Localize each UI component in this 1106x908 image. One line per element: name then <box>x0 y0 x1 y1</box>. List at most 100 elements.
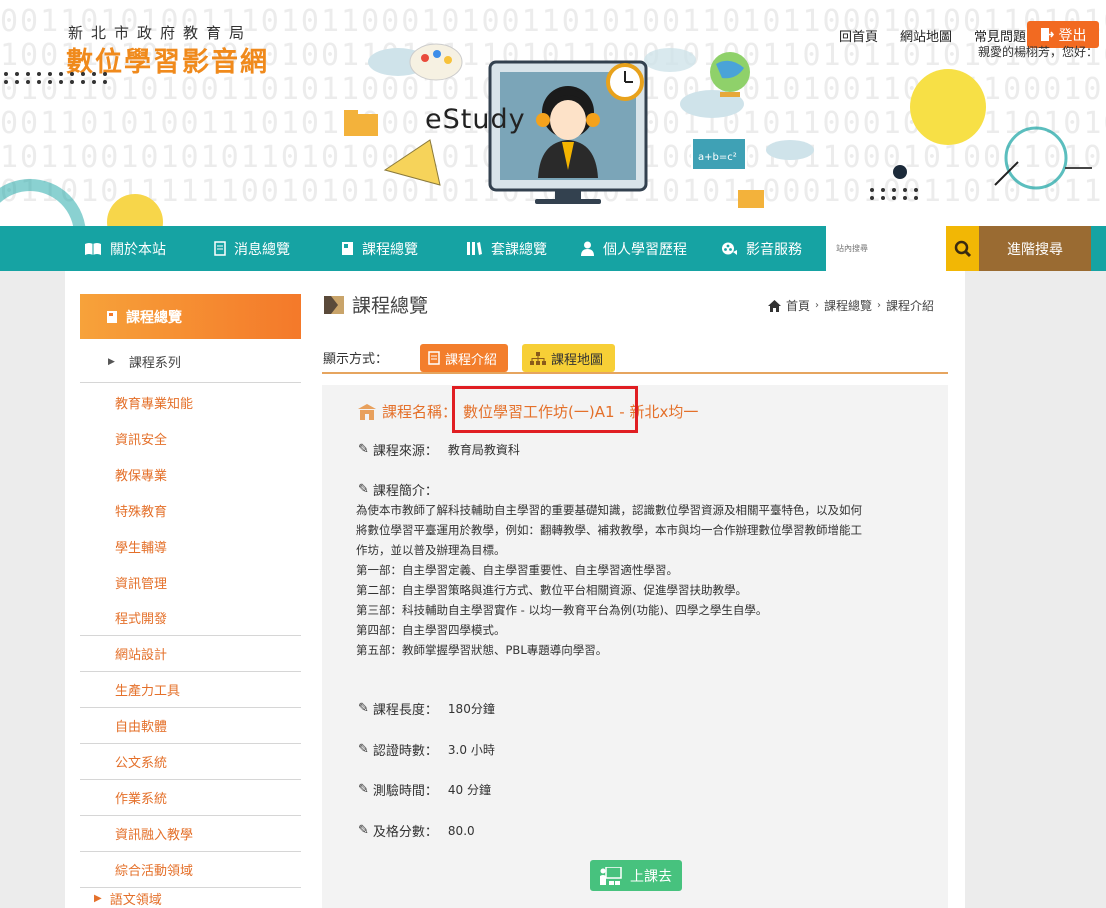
nav-courses[interactable]: 課程總覽 <box>341 226 418 271</box>
nav-about-label: 關於本站 <box>110 241 166 258</box>
sidebar-item[interactable]: 程式開發 <box>80 600 301 636</box>
breadcrumb-courses[interactable]: 課程總覽 <box>824 297 872 314</box>
nav-courses-label: 課程總覽 <box>362 241 418 258</box>
caret-right-icon: ▶ <box>94 892 102 904</box>
nav-packages-label: 套課總覽 <box>491 241 547 258</box>
sidebar-item-label: 語文領域 <box>109 892 162 908</box>
svg-text:a+b=c²: a+b=c² <box>698 152 737 163</box>
pencil-icon: ✎ <box>358 701 369 716</box>
title-marker-icon <box>324 295 344 314</box>
intro-line: 第四部：自主學習四學模式。 <box>356 623 506 637</box>
tab-underline <box>322 372 948 374</box>
home-link[interactable]: 回首頁 <box>839 26 878 45</box>
chevron-right-icon: ▶ <box>108 356 115 367</box>
sidebar-item[interactable]: 綜合活動領域 <box>80 852 301 888</box>
logout-label: 登出 <box>1058 27 1087 44</box>
test-time-row: ✎ 測驗時間： 40 分鐘 <box>358 780 491 799</box>
course-length-row: ✎ 課程長度： 180分鐘 <box>358 699 495 718</box>
intro-line: 第五部：教師掌握學習狀態、PBL專題導向學習。 <box>356 643 608 657</box>
document-icon <box>214 241 226 256</box>
sitemap-link[interactable]: 網站地圖 <box>900 26 952 45</box>
nav-learning-history[interactable]: 個人學習歷程 <box>580 226 687 271</box>
advanced-search-button[interactable]: 進階搜尋 <box>979 226 1091 271</box>
search-button[interactable] <box>946 226 979 271</box>
sitemap-icon <box>530 351 546 365</box>
notebook-icon <box>342 242 353 255</box>
go-to-class-label: 上課去 <box>630 868 672 885</box>
sidebar-item-language[interactable]: ▶ 語文領域 <box>80 888 301 908</box>
course-length-value: 180分鐘 <box>447 702 495 716</box>
sidebar-header: 課程總覽 <box>80 294 301 339</box>
school-icon <box>358 403 376 420</box>
sidebar-header-label: 課程總覽 <box>126 309 182 326</box>
sidebar-item[interactable]: 生產力工具 <box>80 672 301 708</box>
tab-course-intro[interactable]: 課程介紹 <box>420 344 508 372</box>
breadcrumb-current: 課程介紹 <box>886 299 935 313</box>
nav-packages[interactable]: 套課總覽 <box>466 226 547 271</box>
tab-course-map-label: 課程地圖 <box>551 352 604 368</box>
nav-about[interactable]: 關於本站 <box>84 226 166 271</box>
breadcrumb-home[interactable]: 首頁 <box>786 297 810 314</box>
home-icon <box>768 299 781 312</box>
sidebar-item[interactable]: 資訊安全 <box>80 420 301 456</box>
cert-hours-value: 3.0 小時 <box>447 743 495 757</box>
sidebar-item[interactable]: 學生輔導 <box>80 528 301 564</box>
banner-estudy-text: eStudy <box>425 104 526 135</box>
nav-media-service[interactable]: 影音服務 <box>721 226 802 271</box>
display-mode-label: 顯示方式： <box>323 352 389 367</box>
nav-news[interactable]: 消息總覽 <box>214 226 290 271</box>
sidebar-item-label: 課程系列 <box>128 356 181 371</box>
pass-score-label: 及格分數： <box>372 825 438 840</box>
logout-icon <box>1040 28 1054 41</box>
pass-score-value: 80.0 <box>447 823 475 838</box>
cert-hours-row: ✎ 認證時數： 3.0 小時 <box>358 740 495 759</box>
nav-media-service-label: 影音服務 <box>746 241 802 258</box>
pencil-icon: ✎ <box>358 742 369 757</box>
site-search-input[interactable] <box>826 226 946 271</box>
intro-line: 第一部：自主學習定義、自主學習重要性、自主學習適性學習。 <box>356 563 678 577</box>
course-source-row: ✎ 課程來源： 教育局教資科 <box>358 440 520 459</box>
decorative-dots <box>4 72 110 84</box>
tab-course-map[interactable]: 課程地圖 <box>522 344 615 372</box>
library-icon <box>467 242 482 255</box>
go-to-class-button[interactable]: 上課去 <box>590 860 682 891</box>
sidebar-item[interactable]: 資訊管理 <box>80 564 301 600</box>
course-length-label: 課程長度： <box>372 703 438 718</box>
intro-line: 作坊，並以普及辦理為目標。 <box>356 543 506 557</box>
pencil-icon: ✎ <box>358 823 369 838</box>
person-icon <box>581 241 594 256</box>
notebook-icon <box>107 310 117 323</box>
sidebar-item[interactable]: 自由軟體 <box>80 708 301 744</box>
nav-news-label: 消息總覽 <box>234 241 290 258</box>
document-icon <box>428 351 440 365</box>
intro-line: 第三部：科技輔助自主學習實作 - 以均一教育平台為例(功能)、四學之學生自學。 <box>356 603 768 617</box>
course-source-label: 課程來源： <box>372 444 438 459</box>
page-title: 課程總覽 <box>324 291 428 318</box>
course-intro-text: 為使本市教師了解科技輔助自主學習的重要基礎知識，認識數位學習資源及相關平臺特色，… <box>356 500 916 660</box>
sidebar-item[interactable]: 資訊融入教學 <box>80 816 301 852</box>
sidebar-item[interactable]: 網站設計 <box>80 636 301 672</box>
book-icon <box>85 242 101 255</box>
sidebar-item-course-series[interactable]: ▶ 課程系列 <box>80 341 301 383</box>
sidebar-item[interactable]: 教育專業知能 <box>80 384 301 420</box>
course-name-label: 課程名稱： <box>382 403 458 421</box>
page-title-text: 課程總覽 <box>352 295 429 317</box>
pencil-icon: ✎ <box>358 782 369 797</box>
chevron-right-icon: › <box>877 300 882 311</box>
intro-line: 為使本市教師了解科技輔助自主學習的重要基礎知識，認識數位學習資源及相關平臺特色，… <box>356 503 862 517</box>
pencil-icon: ✎ <box>358 482 369 497</box>
classroom-icon <box>600 866 622 885</box>
course-intro-row: ✎ 課程簡介： <box>358 480 438 499</box>
sidebar-item[interactable]: 公文系統 <box>80 744 301 780</box>
cert-hours-label: 認證時數： <box>372 744 438 759</box>
pass-score-row: ✎ 及格分數： 80.0 <box>358 821 475 840</box>
sidebar-item[interactable]: 特殊教育 <box>80 492 301 528</box>
decorative-dots <box>870 188 921 200</box>
intro-line: 第二部：自主學習策略與進行方式、數位平台相關資源、促進學習扶助教學。 <box>356 583 747 597</box>
sidebar-item[interactable]: 教保專業 <box>80 456 301 492</box>
test-time-label: 測驗時間： <box>372 784 438 799</box>
pencil-icon: ✎ <box>358 442 369 457</box>
user-greeting: 親愛的楊栩芳，您好： <box>977 45 1098 59</box>
chevron-right-icon: › <box>815 300 820 311</box>
sidebar-item[interactable]: 作業系統 <box>80 780 301 816</box>
